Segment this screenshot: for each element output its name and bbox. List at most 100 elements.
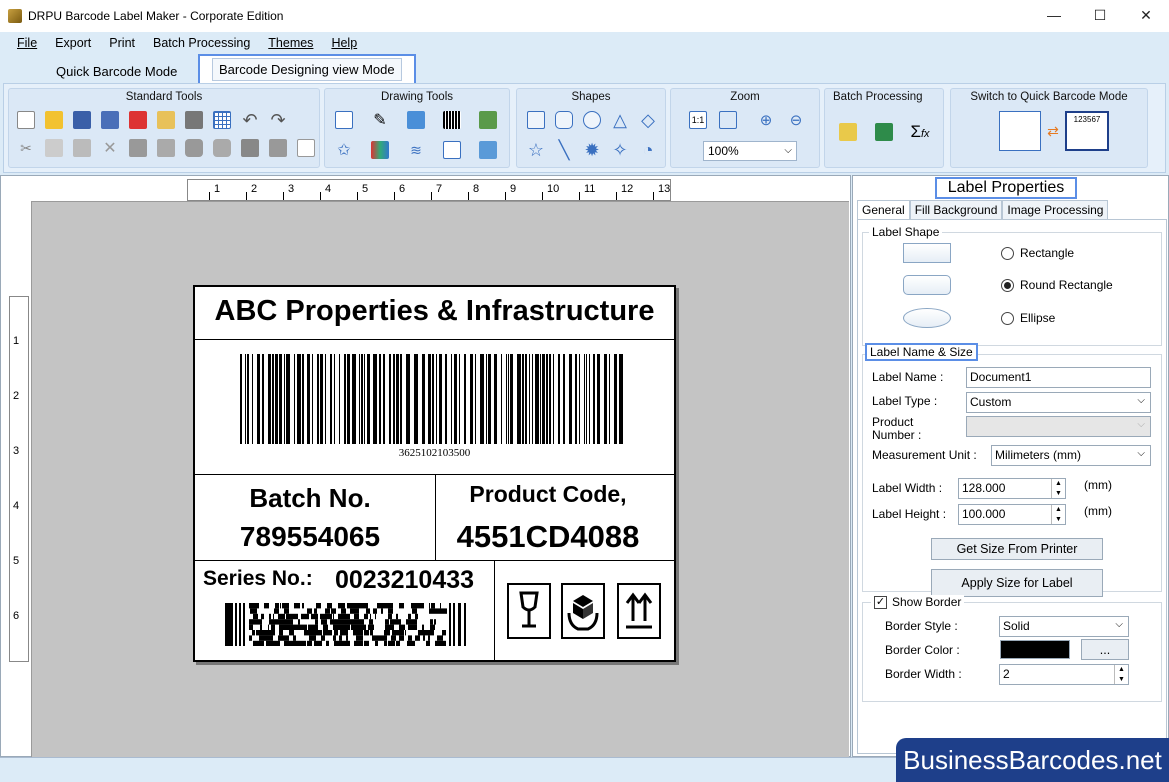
product-value-text[interactable]: 4551CD4088 bbox=[437, 519, 659, 555]
pdf417-barcode[interactable] bbox=[225, 603, 466, 646]
zoom-in-icon[interactable]: ⊕ bbox=[755, 109, 777, 131]
paste-icon[interactable] bbox=[71, 137, 93, 159]
batch-edit-icon[interactable] bbox=[837, 121, 859, 143]
unlock-icon[interactable] bbox=[211, 137, 233, 159]
batch-value-text[interactable]: 789554065 bbox=[195, 521, 425, 553]
star4-shape-icon[interactable]: ✧ bbox=[609, 139, 631, 161]
image-dropdown-icon[interactable] bbox=[477, 139, 499, 161]
pdf-icon[interactable] bbox=[127, 109, 149, 131]
maximize-button[interactable]: ☐ bbox=[1077, 0, 1123, 30]
this-way-up-icon[interactable] bbox=[617, 583, 661, 639]
barcode-tool-icon[interactable] bbox=[441, 109, 463, 131]
label-type-select[interactable]: Custom ⌵ bbox=[966, 392, 1151, 413]
apply-size-button[interactable]: Apply Size for Label bbox=[931, 569, 1103, 597]
radio-round-rectangle[interactable]: Round Rectangle bbox=[1001, 278, 1113, 292]
batch-label-text[interactable]: Batch No. bbox=[195, 483, 425, 514]
zoom-select[interactable]: 100% ⌵ bbox=[703, 141, 797, 161]
barcode-module bbox=[403, 624, 405, 630]
radio-rectangle[interactable]: Rectangle bbox=[1001, 246, 1074, 260]
handle-with-care-icon[interactable] bbox=[561, 583, 605, 639]
arc-shape-icon[interactable]: ◔ bbox=[637, 139, 659, 161]
fragile-glass-icon[interactable] bbox=[507, 583, 551, 639]
round-rect-shape-icon[interactable] bbox=[553, 109, 575, 131]
picture-tool-icon[interactable] bbox=[405, 109, 427, 131]
redo-icon[interactable]: ↷ bbox=[267, 109, 289, 131]
actual-size-icon[interactable]: 1:1 bbox=[687, 109, 709, 131]
menu-print[interactable]: Print bbox=[100, 36, 144, 50]
menu-themes[interactable]: Themes bbox=[259, 36, 322, 50]
text-tool-icon[interactable] bbox=[333, 109, 355, 131]
library-icon[interactable] bbox=[369, 139, 391, 161]
new-icon[interactable] bbox=[15, 109, 37, 131]
triangle-shape-icon[interactable]: △ bbox=[609, 109, 631, 131]
linear-barcode[interactable] bbox=[240, 354, 630, 444]
rectangle-shape-icon[interactable] bbox=[525, 109, 547, 131]
copy-icon[interactable] bbox=[43, 137, 65, 159]
menu-file[interactable]: File bbox=[8, 36, 46, 50]
tab-fill-background[interactable]: Fill Background bbox=[909, 200, 1003, 220]
save-icon[interactable] bbox=[71, 109, 93, 131]
border-color-picker-button[interactable]: ... bbox=[1081, 639, 1129, 660]
star-shape-icon[interactable]: ✩ bbox=[333, 139, 355, 161]
barcode-module bbox=[323, 619, 327, 625]
zoom-out-icon[interactable]: ⊖ bbox=[785, 109, 807, 131]
email-icon[interactable] bbox=[155, 109, 177, 131]
fit-page-icon[interactable] bbox=[717, 109, 739, 131]
export-icon[interactable] bbox=[295, 137, 317, 159]
watermark-tool-icon[interactable]: ≋ bbox=[405, 139, 427, 161]
get-size-from-printer-button[interactable]: Get Size From Printer bbox=[931, 538, 1103, 560]
barcode-module bbox=[354, 608, 359, 614]
barcode-module bbox=[254, 630, 255, 636]
bring-front-icon[interactable] bbox=[127, 137, 149, 159]
star-icon[interactable]: ☆ bbox=[525, 139, 547, 161]
diamond-shape-icon[interactable]: ◇ bbox=[637, 109, 659, 131]
show-border-checkbox[interactable]: ✓ Show Border bbox=[871, 595, 965, 609]
barcode-label[interactable]: ABC Properties & Infrastructure 36251021… bbox=[193, 285, 676, 662]
open-icon[interactable] bbox=[43, 109, 65, 131]
cut-icon[interactable]: ✂ bbox=[15, 137, 37, 159]
border-color-swatch[interactable] bbox=[1000, 640, 1070, 659]
label-width-input[interactable]: 128.000 ▲ ▼ bbox=[958, 478, 1066, 499]
select-tool-icon[interactable] bbox=[441, 139, 463, 161]
send-back-icon[interactable] bbox=[155, 137, 177, 159]
radio-ellipse[interactable]: Ellipse bbox=[1001, 311, 1055, 325]
series-label-text[interactable]: Series No.: bbox=[203, 567, 313, 591]
width-spinner[interactable]: ▲ ▼ bbox=[1051, 479, 1065, 498]
label-title-text[interactable]: ABC Properties & Infrastructure bbox=[195, 295, 674, 328]
delete-icon[interactable]: ✕ bbox=[99, 137, 121, 159]
label-height-input[interactable]: 100.000 ▲ ▼ bbox=[958, 504, 1066, 525]
border-width-input[interactable]: 2 ▲ ▼ bbox=[999, 664, 1129, 685]
barcode-bar bbox=[428, 354, 431, 444]
tab-quick-barcode-mode[interactable]: Quick Barcode Mode bbox=[48, 58, 185, 84]
excel-import-icon[interactable] bbox=[873, 121, 895, 143]
print-icon[interactable] bbox=[183, 109, 205, 131]
print-preview-icon[interactable] bbox=[239, 137, 261, 159]
grid-icon[interactable] bbox=[211, 109, 233, 131]
line-shape-icon[interactable]: ╲ bbox=[553, 139, 575, 161]
series-value-text[interactable]: 0023210433 bbox=[335, 566, 474, 595]
tab-image-processing[interactable]: Image Processing bbox=[1002, 200, 1109, 220]
menu-help[interactable]: Help bbox=[322, 36, 366, 50]
ellipse-shape-icon[interactable] bbox=[581, 109, 603, 131]
save-as-icon[interactable] bbox=[99, 109, 121, 131]
border-style-select[interactable]: Solid ⌵ bbox=[999, 616, 1129, 637]
measurement-unit-select[interactable]: Milimeters (mm) ⌵ bbox=[991, 445, 1151, 466]
border-width-spinner[interactable]: ▲ ▼ bbox=[1114, 665, 1128, 684]
minimize-button[interactable]: — bbox=[1031, 0, 1077, 30]
label-name-input[interactable]: Document1 bbox=[966, 367, 1151, 388]
product-label-text[interactable]: Product Code, bbox=[437, 481, 659, 508]
switch-mode-button[interactable]: ⇄ 123567 bbox=[999, 111, 1109, 151]
print-setup-icon[interactable] bbox=[267, 137, 289, 159]
tab-designing-view-mode[interactable]: Barcode Designing view Mode bbox=[198, 54, 416, 85]
image-library-icon[interactable] bbox=[477, 109, 499, 131]
height-spinner[interactable]: ▲ ▼ bbox=[1051, 505, 1065, 524]
menu-export[interactable]: Export bbox=[46, 36, 100, 50]
undo-icon[interactable]: ↶ bbox=[239, 109, 261, 131]
menu-batch-processing[interactable]: Batch Processing bbox=[144, 36, 259, 50]
pen-tool-icon[interactable]: ✎ bbox=[369, 109, 391, 131]
lock-icon[interactable] bbox=[183, 137, 205, 159]
burst-shape-icon[interactable]: ✹ bbox=[581, 139, 603, 161]
tab-general[interactable]: General bbox=[857, 200, 910, 220]
formula-icon[interactable]: Σfx bbox=[909, 121, 931, 143]
close-button[interactable]: ✕ bbox=[1123, 0, 1169, 30]
